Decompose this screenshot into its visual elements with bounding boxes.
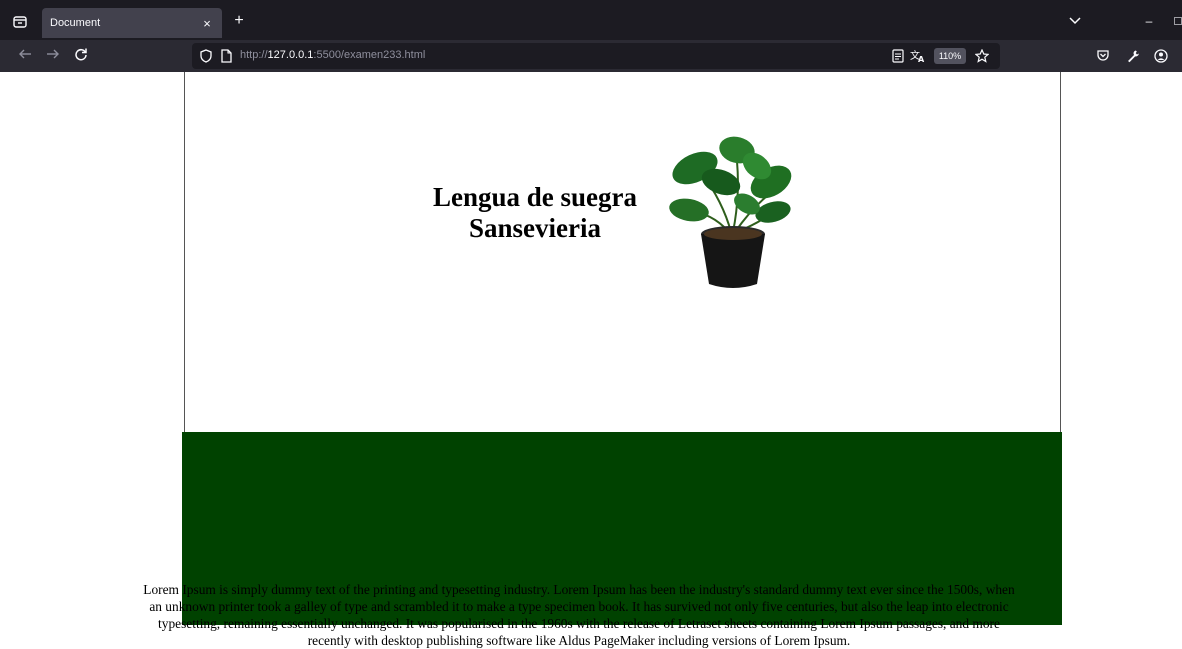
reader-view-icon[interactable] bbox=[890, 47, 906, 65]
reload-button[interactable] bbox=[72, 47, 90, 65]
firefox-view-icon[interactable] bbox=[0, 6, 40, 38]
tab-bar: Document × + – bbox=[0, 0, 1182, 40]
header-section: Lengua de suegra Sansevieria bbox=[184, 72, 1061, 432]
url-scheme: http:// bbox=[240, 49, 268, 61]
new-tab-button[interactable]: + bbox=[230, 12, 248, 30]
url-path: :5500/examen233.html bbox=[313, 49, 426, 61]
web-page: Lengua de suegra Sansevieria Lorem Ipsum… bbox=[0, 72, 1182, 648]
minimize-button[interactable]: – bbox=[1140, 12, 1158, 30]
arrow-right-icon bbox=[47, 49, 59, 59]
star-icon[interactable] bbox=[974, 47, 990, 65]
pocket-icon[interactable] bbox=[1094, 47, 1112, 65]
zoom-level-button[interactable]: 110% bbox=[934, 48, 966, 64]
address-bar[interactable]: http://127.0.0.1:5500/examen233.html 文A … bbox=[192, 43, 1000, 69]
page-icon[interactable] bbox=[218, 47, 234, 65]
wrench-icon[interactable] bbox=[1124, 47, 1142, 65]
translate-icon[interactable]: 文A bbox=[910, 47, 926, 65]
svg-text:A: A bbox=[918, 55, 925, 63]
url-host: 127.0.0.1 bbox=[267, 49, 314, 61]
account-icon[interactable] bbox=[1152, 47, 1170, 65]
lorem-paragraph: Lorem Ipsum is simply dummy text of the … bbox=[143, 582, 1015, 648]
close-tab-icon[interactable]: × bbox=[200, 16, 214, 31]
tab-document[interactable]: Document × bbox=[42, 8, 222, 38]
url-text[interactable]: http://127.0.0.1:5500/examen233.html bbox=[240, 49, 425, 61]
back-button[interactable] bbox=[16, 47, 34, 65]
shield-icon[interactable] bbox=[198, 47, 214, 65]
maximize-button[interactable] bbox=[1174, 17, 1182, 25]
chevron-down-icon[interactable] bbox=[1066, 12, 1084, 30]
plant-image bbox=[669, 136, 792, 288]
arrow-left-icon bbox=[19, 49, 31, 59]
tab-title: Document bbox=[50, 17, 101, 29]
reload-icon bbox=[75, 48, 87, 61]
forward-button[interactable] bbox=[44, 47, 62, 65]
navigation-bar: http://127.0.0.1:5500/examen233.html 文A … bbox=[0, 40, 1182, 72]
